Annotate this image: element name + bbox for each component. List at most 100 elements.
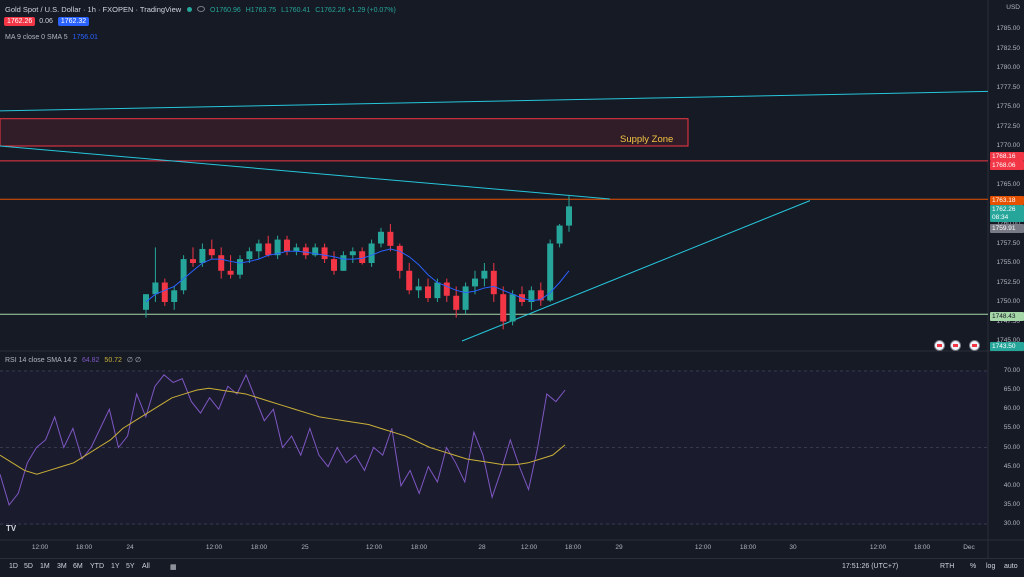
auto-toggle[interactable]: auto (1004, 563, 1018, 570)
candle-body (462, 286, 469, 310)
rsi-axis-label: 70.00 (1003, 367, 1020, 374)
trade-buttons: 1762.26 0.06 1762.32 (4, 17, 91, 26)
candle-body (566, 206, 572, 226)
rsi-axis-label: 35.00 (1003, 500, 1020, 508)
candle-body (237, 259, 243, 275)
price-tag-support: 1748.43 (990, 312, 1024, 321)
clock-time[interactable]: 17:51:26 (UTC+7) (842, 563, 898, 570)
price-tag-resistance: 1763.18 (990, 196, 1024, 205)
candle-body (500, 294, 507, 322)
candle-body (349, 251, 356, 256)
price-axis-label: 1772.50 (996, 122, 1021, 130)
price-axis-label: 1755.00 (996, 259, 1021, 266)
log-toggle[interactable]: log (986, 563, 995, 570)
candle-body (387, 231, 394, 246)
candle-body (199, 248, 206, 263)
timeframe-button[interactable]: 3M (57, 563, 67, 570)
price-tag-supply-top: 1768.16 (990, 152, 1024, 161)
candle-body (265, 243, 272, 256)
time-axis-label: 12:00 (31, 544, 49, 551)
symbol-title: Gold Spot / U.S. Dollar · 1h · FXOPEN · … (5, 5, 182, 14)
candle-body (443, 282, 450, 296)
calendar-icon[interactable]: ▦ (170, 563, 177, 571)
rsi-legend-label: RSI 14 close SMA 14 2 (5, 357, 77, 364)
tradingview-logo[interactable]: TV (6, 524, 16, 533)
market-open-icon (187, 7, 193, 12)
timeframe-button[interactable]: 6M (73, 563, 83, 570)
candle-body (547, 243, 554, 301)
price-axis-label: 1750.00 (996, 298, 1021, 305)
candle-body (284, 239, 290, 252)
time-axis-label: 18:00 (564, 544, 582, 551)
time-axis-label: 25 (301, 544, 309, 551)
price-axis-label: 1777.50 (996, 83, 1021, 91)
chart-canvas[interactable] (0, 0, 1024, 576)
candle-body (340, 255, 347, 271)
ma-legend[interactable]: MA 9 close 0 SMA 5 1756.01 (5, 34, 98, 41)
time-axis-label: 12:00 (205, 544, 223, 551)
candle-body (246, 251, 253, 260)
economic-event-icon[interactable] (969, 340, 980, 351)
timeframe-button[interactable]: 5D (24, 563, 33, 570)
candle-body (509, 294, 516, 322)
rsi-ma-legend-value: 50.72 (104, 357, 122, 364)
rsi-legend-extra: ∅ ∅ (126, 357, 142, 364)
eye-icon (197, 6, 206, 12)
ma-legend-label: MA 9 close 0 SMA 5 (5, 34, 68, 41)
buy-button[interactable]: 1762.32 (57, 17, 90, 26)
candle-body (368, 243, 375, 263)
ma-legend-value: 1756.01 (72, 34, 98, 41)
candle-body (481, 270, 488, 279)
candle-body (331, 259, 337, 271)
time-axis-label: 28 (478, 544, 486, 551)
candle-body (190, 259, 196, 263)
price-axis-label: 1780.00 (996, 64, 1021, 71)
price-tag-supply-bottom: 1768.06 (990, 161, 1024, 170)
economic-event-icon[interactable] (934, 340, 945, 351)
timeframe-button[interactable]: All (142, 563, 150, 570)
timeframe-button[interactable]: 5Y (126, 563, 135, 570)
bottom-toolbar: 1D 5D 1M 3M 6M YTD 1Y 5Y All ▦ 17:51:26 (UTC+7) … (0, 558, 1024, 577)
percent-toggle[interactable]: % (970, 563, 976, 570)
trendline-upper (0, 90, 989, 112)
candle-body (453, 295, 460, 310)
price-axis-label: 1765.00 (996, 181, 1021, 188)
rsi-legend-value: 64.82 (81, 357, 100, 364)
time-axis-label: 18:00 (75, 544, 93, 551)
time-axis-label: 30 (789, 544, 797, 551)
candle-body (537, 290, 544, 301)
timeframe-button[interactable]: YTD (90, 563, 104, 570)
rsi-axis-label: 30.00 (1003, 520, 1020, 527)
timeframe-button[interactable]: 1D (9, 563, 18, 570)
rsi-axis-label: 65.00 (1003, 386, 1020, 394)
candle-body (434, 282, 441, 299)
timeframe-button[interactable]: 1Y (111, 563, 120, 570)
candle-body (180, 259, 187, 291)
time-axis-label: 29 (615, 544, 623, 551)
candle-body (490, 270, 497, 295)
time-axis-label: 18:00 (739, 544, 757, 551)
rsi-legend[interactable]: RSI 14 close SMA 14 2 64.82 50.72 ∅ ∅ (5, 356, 141, 364)
ohlc-high: H1763.75 (245, 7, 277, 14)
candle-body (406, 270, 413, 291)
session-button[interactable]: RTH (940, 563, 954, 570)
time-axis-label: 12:00 (694, 544, 712, 551)
candle-body (396, 245, 403, 271)
timeframe-button[interactable]: 1M (40, 563, 50, 570)
candle-body (218, 255, 225, 271)
time-axis-label: 18:00 (410, 544, 428, 551)
candle-body (227, 270, 234, 275)
currency-label[interactable]: USD (1006, 4, 1020, 11)
ohlc-open: O1760.96 (210, 7, 241, 14)
sell-button[interactable]: 1762.26 (4, 17, 36, 26)
candle-body (302, 247, 309, 256)
supply-zone (0, 118, 689, 147)
price-axis-label: 1785.00 (996, 25, 1021, 32)
ohlc-close: C1762.26 +1.29 (+0.07%) (315, 7, 396, 14)
spread-value: 0.06 (39, 18, 53, 25)
candle-body (293, 247, 300, 252)
candle-body (321, 247, 328, 260)
price-axis-label: 1770.00 (996, 142, 1021, 149)
economic-event-icon[interactable] (950, 340, 961, 351)
rsi-axis-label: 45.00 (1003, 462, 1020, 470)
